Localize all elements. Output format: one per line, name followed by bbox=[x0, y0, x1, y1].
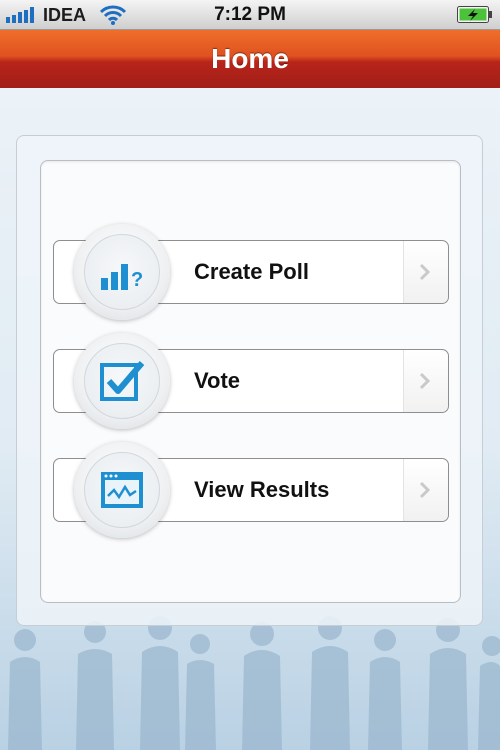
create-poll-disclosure bbox=[403, 241, 448, 303]
vote-disclosure bbox=[403, 350, 448, 412]
chevron-right-icon bbox=[419, 481, 431, 499]
page-title: Home bbox=[211, 43, 289, 74]
create-poll-icon-badge: ? bbox=[74, 224, 170, 320]
battery-charging-icon bbox=[457, 6, 492, 23]
chevron-right-icon bbox=[419, 372, 431, 390]
view-results-icon-badge bbox=[74, 442, 170, 538]
create-poll-button[interactable]: ? Create Poll bbox=[53, 224, 449, 320]
svg-text:?: ? bbox=[131, 269, 143, 291]
vote-icon-badge bbox=[74, 333, 170, 429]
status-bar: IDEA 7:12 PM bbox=[0, 0, 500, 30]
poll-chart-icon: ? bbox=[101, 264, 143, 291]
results-window-icon bbox=[101, 472, 143, 508]
chevron-right-icon bbox=[419, 263, 431, 281]
view-results-button[interactable]: View Results bbox=[53, 442, 449, 538]
view-results-disclosure bbox=[403, 459, 448, 521]
navigation-bar: Home bbox=[0, 30, 500, 88]
create-poll-label: Create Poll bbox=[194, 259, 309, 284]
view-results-label: View Results bbox=[194, 477, 330, 502]
people-silhouettes-background bbox=[8, 616, 500, 750]
vote-button[interactable]: Vote bbox=[53, 333, 449, 429]
vote-label: Vote bbox=[194, 368, 241, 393]
status-time: 7:12 PM bbox=[214, 4, 286, 25]
checkbox-icon bbox=[100, 361, 145, 401]
